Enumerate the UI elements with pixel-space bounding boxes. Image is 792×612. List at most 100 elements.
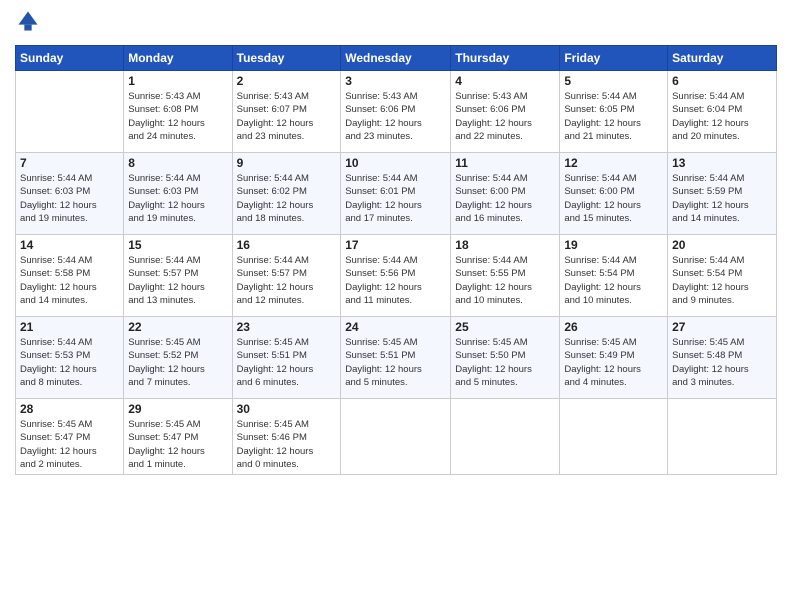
day-number: 22 [128,320,227,334]
day-info: Sunrise: 5:45 AM Sunset: 5:48 PM Dayligh… [672,336,772,389]
day-number: 20 [672,238,772,252]
calendar-cell: 7 Sunrise: 5:44 AM Sunset: 6:03 PM Daylig… [16,153,124,235]
day-info: Sunrise: 5:44 AM Sunset: 5:55 PM Dayligh… [455,254,555,307]
weekday-header-saturday: Saturday [668,46,777,71]
calendar-cell: 4 Sunrise: 5:43 AM Sunset: 6:06 PM Daylig… [451,71,560,153]
day-info: Sunrise: 5:44 AM Sunset: 6:05 PM Dayligh… [564,90,663,143]
calendar-cell: 9 Sunrise: 5:44 AM Sunset: 6:02 PM Daylig… [232,153,341,235]
weekday-header-thursday: Thursday [451,46,560,71]
calendar-cell: 23 Sunrise: 5:45 AM Sunset: 5:51 PM Dayli… [232,317,341,399]
day-info: Sunrise: 5:44 AM Sunset: 5:59 PM Dayligh… [672,172,772,225]
day-info: Sunrise: 5:44 AM Sunset: 6:02 PM Dayligh… [237,172,337,225]
day-number: 18 [455,238,555,252]
calendar-cell [560,399,668,475]
day-info: Sunrise: 5:45 AM Sunset: 5:47 PM Dayligh… [20,418,119,471]
day-number: 13 [672,156,772,170]
day-number: 28 [20,402,119,416]
day-info: Sunrise: 5:45 AM Sunset: 5:49 PM Dayligh… [564,336,663,389]
calendar-week-row: 7 Sunrise: 5:44 AM Sunset: 6:03 PM Daylig… [16,153,777,235]
calendar-cell: 1Sunrise: 5:43 AM Sunset: 6:08 PM Daylig… [124,71,232,153]
calendar-week-row: 1Sunrise: 5:43 AM Sunset: 6:08 PM Daylig… [16,71,777,153]
day-info: Sunrise: 5:44 AM Sunset: 5:57 PM Dayligh… [237,254,337,307]
day-info: Sunrise: 5:43 AM Sunset: 6:07 PM Dayligh… [237,90,337,143]
calendar-cell: 12 Sunrise: 5:44 AM Sunset: 6:00 PM Dayli… [560,153,668,235]
day-info: Sunrise: 5:44 AM Sunset: 5:54 PM Dayligh… [672,254,772,307]
day-number: 6 [672,74,772,88]
day-number: 4 [455,74,555,88]
calendar-cell [341,399,451,475]
day-info: Sunrise: 5:45 AM Sunset: 5:50 PM Dayligh… [455,336,555,389]
day-info: Sunrise: 5:44 AM Sunset: 5:58 PM Dayligh… [20,254,119,307]
weekday-header-sunday: Sunday [16,46,124,71]
calendar-cell: 13 Sunrise: 5:44 AM Sunset: 5:59 PM Dayli… [668,153,777,235]
day-info: Sunrise: 5:44 AM Sunset: 6:00 PM Dayligh… [455,172,555,225]
day-info: Sunrise: 5:44 AM Sunset: 6:03 PM Dayligh… [20,172,119,225]
day-number: 9 [237,156,337,170]
day-number: 14 [20,238,119,252]
weekday-header-wednesday: Wednesday [341,46,451,71]
calendar-cell: 28 Sunrise: 5:45 AM Sunset: 5:47 PM Dayli… [16,399,124,475]
day-number: 29 [128,402,227,416]
day-number: 17 [345,238,446,252]
day-info: Sunrise: 5:45 AM Sunset: 5:47 PM Dayligh… [128,418,227,471]
calendar-cell: 22 Sunrise: 5:45 AM Sunset: 5:52 PM Dayli… [124,317,232,399]
calendar-cell: 19 Sunrise: 5:44 AM Sunset: 5:54 PM Dayli… [560,235,668,317]
calendar-cell: 30 Sunrise: 5:45 AM Sunset: 5:46 PM Dayli… [232,399,341,475]
day-number: 15 [128,238,227,252]
calendar-cell: 27Sunrise: 5:45 AM Sunset: 5:48 PM Dayli… [668,317,777,399]
day-number: 3 [345,74,446,88]
calendar-week-row: 14 Sunrise: 5:44 AM Sunset: 5:58 PM Dayli… [16,235,777,317]
day-info: Sunrise: 5:45 AM Sunset: 5:51 PM Dayligh… [237,336,337,389]
day-number: 23 [237,320,337,334]
calendar-cell [668,399,777,475]
calendar-cell: 15 Sunrise: 5:44 AM Sunset: 5:57 PM Dayli… [124,235,232,317]
calendar-cell: 16Sunrise: 5:44 AM Sunset: 5:57 PM Dayli… [232,235,341,317]
day-info: Sunrise: 5:43 AM Sunset: 6:06 PM Dayligh… [455,90,555,143]
calendar-cell: 11Sunrise: 5:44 AM Sunset: 6:00 PM Dayli… [451,153,560,235]
calendar-cell: 2 Sunrise: 5:43 AM Sunset: 6:07 PM Daylig… [232,71,341,153]
day-info: Sunrise: 5:44 AM Sunset: 6:01 PM Dayligh… [345,172,446,225]
day-info: Sunrise: 5:44 AM Sunset: 5:56 PM Dayligh… [345,254,446,307]
calendar-cell: 26 Sunrise: 5:45 AM Sunset: 5:49 PM Dayli… [560,317,668,399]
calendar-cell [451,399,560,475]
day-info: Sunrise: 5:45 AM Sunset: 5:46 PM Dayligh… [237,418,337,471]
calendar-cell: 8Sunrise: 5:44 AM Sunset: 6:03 PM Daylig… [124,153,232,235]
day-number: 30 [237,402,337,416]
day-number: 21 [20,320,119,334]
day-info: Sunrise: 5:44 AM Sunset: 6:04 PM Dayligh… [672,90,772,143]
day-number: 25 [455,320,555,334]
day-info: Sunrise: 5:44 AM Sunset: 6:03 PM Dayligh… [128,172,227,225]
day-number: 7 [20,156,119,170]
calendar-cell: 10 Sunrise: 5:44 AM Sunset: 6:01 PM Dayli… [341,153,451,235]
day-number: 19 [564,238,663,252]
day-number: 5 [564,74,663,88]
logo [15,10,41,37]
day-number: 12 [564,156,663,170]
day-info: Sunrise: 5:45 AM Sunset: 5:51 PM Dayligh… [345,336,446,389]
calendar-week-row: 28 Sunrise: 5:45 AM Sunset: 5:47 PM Dayli… [16,399,777,475]
calendar-cell [16,71,124,153]
day-number: 26 [564,320,663,334]
day-info: Sunrise: 5:45 AM Sunset: 5:52 PM Dayligh… [128,336,227,389]
logo-icon [17,10,39,32]
calendar: SundayMondayTuesdayWednesdayThursdayFrid… [15,45,777,475]
calendar-week-row: 21 Sunrise: 5:44 AM Sunset: 5:53 PM Dayli… [16,317,777,399]
day-info: Sunrise: 5:44 AM Sunset: 5:57 PM Dayligh… [128,254,227,307]
calendar-cell: 3 Sunrise: 5:43 AM Sunset: 6:06 PM Daylig… [341,71,451,153]
day-info: Sunrise: 5:44 AM Sunset: 5:54 PM Dayligh… [564,254,663,307]
calendar-cell: 18 Sunrise: 5:44 AM Sunset: 5:55 PM Dayli… [451,235,560,317]
day-number: 2 [237,74,337,88]
calendar-cell: 14 Sunrise: 5:44 AM Sunset: 5:58 PM Dayli… [16,235,124,317]
calendar-cell: 17 Sunrise: 5:44 AM Sunset: 5:56 PM Dayli… [341,235,451,317]
day-number: 10 [345,156,446,170]
weekday-header-friday: Friday [560,46,668,71]
calendar-cell: 24Sunrise: 5:45 AM Sunset: 5:51 PM Dayli… [341,317,451,399]
calendar-cell: 29 Sunrise: 5:45 AM Sunset: 5:47 PM Dayli… [124,399,232,475]
calendar-cell: 25 Sunrise: 5:45 AM Sunset: 5:50 PM Dayli… [451,317,560,399]
day-info: Sunrise: 5:44 AM Sunset: 5:53 PM Dayligh… [20,336,119,389]
day-info: Sunrise: 5:43 AM Sunset: 6:08 PM Dayligh… [128,90,227,143]
day-info: Sunrise: 5:43 AM Sunset: 6:06 PM Dayligh… [345,90,446,143]
page-header [15,10,777,37]
day-info: Sunrise: 5:44 AM Sunset: 6:00 PM Dayligh… [564,172,663,225]
calendar-cell: 5 Sunrise: 5:44 AM Sunset: 6:05 PM Daylig… [560,71,668,153]
